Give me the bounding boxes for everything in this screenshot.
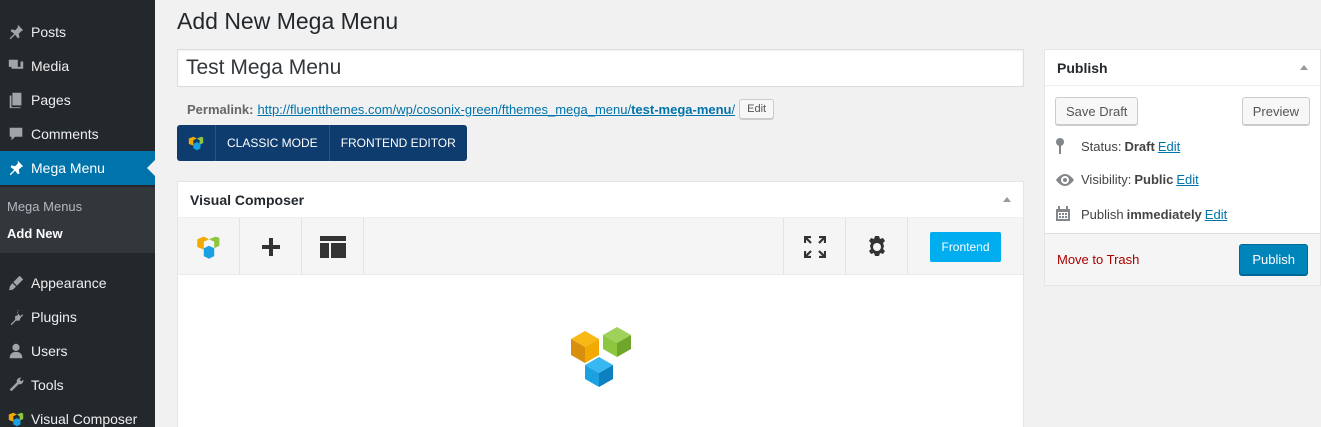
permalink-trail: /	[731, 101, 736, 117]
eye-icon	[1055, 173, 1081, 187]
mega-menu-submenu: Mega Menus Add New	[0, 187, 155, 253]
frontend-editor-button[interactable]: FRONTEND EDITOR	[330, 125, 467, 161]
pin-icon	[0, 159, 31, 177]
expand-icon	[803, 235, 826, 258]
publish-actions: Move to Trash Publish	[1045, 233, 1320, 285]
sidebar-item-plugins[interactable]: Plugins	[0, 300, 155, 334]
publish-date-row: Publish immediately Edit	[1055, 206, 1227, 222]
sidebar-item-media[interactable]: Media	[0, 49, 155, 83]
collapse-icon[interactable]	[1300, 65, 1308, 70]
visibility-edit-link[interactable]: Edit	[1176, 172, 1198, 187]
permalink-row: Permalink: http://fluentthemes.com/wp/co…	[187, 99, 775, 119]
pages-icon	[0, 91, 31, 109]
publish-date-value: immediately	[1126, 206, 1202, 222]
fullscreen-button[interactable]	[783, 218, 845, 275]
classic-mode-button[interactable]: CLASSIC MODE	[216, 125, 330, 161]
sidebar-item-pages[interactable]: Pages	[0, 83, 155, 117]
media-icon	[0, 57, 31, 75]
vc-toolbar: Frontend	[178, 218, 1023, 275]
post-title-input[interactable]	[177, 49, 1024, 87]
publish-date-edit-link[interactable]: Edit	[1205, 207, 1227, 222]
frontend-button[interactable]: Frontend	[930, 231, 1001, 262]
permalink-link[interactable]: http://fluentthemes.com/wp/cosonix-green…	[257, 102, 735, 117]
vc-logo-icon[interactable]	[177, 125, 216, 161]
user-icon	[0, 342, 31, 360]
publish-box-title: Publish	[1057, 59, 1108, 76]
plus-icon	[261, 237, 280, 256]
submenu-item-add-new[interactable]: Add New	[7, 226, 63, 241]
status-edit-link[interactable]: Edit	[1158, 139, 1180, 154]
comment-icon	[0, 125, 31, 143]
sidebar-item-appearance[interactable]: Appearance	[0, 266, 155, 300]
save-draft-button[interactable]: Save Draft	[1055, 97, 1139, 125]
frontend-button-wrap: Frontend	[907, 218, 1023, 275]
status-row: Status: Draft Edit	[1055, 138, 1180, 154]
status-label: Status:	[1081, 138, 1122, 154]
vc-logo-icon	[0, 410, 31, 427]
permalink-label: Permalink:	[187, 101, 254, 117]
settings-button[interactable]	[845, 218, 907, 275]
sidebar-item-posts[interactable]: Posts	[0, 15, 155, 49]
page-title: Add New Mega Menu	[177, 8, 399, 34]
vc-box-title: Visual Composer	[190, 191, 305, 208]
status-value: Draft	[1124, 138, 1155, 154]
sidebar-item-comments[interactable]: Comments	[0, 117, 155, 151]
visibility-row: Visibility: Public Edit	[1055, 172, 1199, 187]
permalink-base: http://fluentthemes.com/wp/cosonix-green…	[257, 101, 632, 117]
pin-icon	[1055, 138, 1081, 154]
brush-icon	[0, 274, 31, 292]
vc-mode-toggle: CLASSIC MODE FRONTEND EDITOR	[177, 125, 467, 161]
publish-button[interactable]: Publish	[1239, 244, 1308, 275]
calendar-icon	[1055, 206, 1081, 222]
publish-box: Publish Save Draft Preview Status: Draft…	[1044, 49, 1321, 286]
permalink-edit-button[interactable]: Edit	[739, 99, 775, 119]
admin-sidebar: Posts Media Pages Comments Mega Menu Meg…	[0, 0, 155, 427]
wrench-icon	[0, 376, 31, 394]
gear-icon	[868, 235, 885, 256]
vc-logo-icon[interactable]	[178, 218, 240, 275]
sidebar-item-tools[interactable]: Tools	[0, 368, 155, 402]
sidebar-item-users[interactable]: Users	[0, 334, 155, 368]
sidebar-item-mega-menu[interactable]: Mega Menu	[0, 151, 155, 185]
publish-date-label: Publish	[1081, 206, 1124, 222]
submenu-item-mega-menus[interactable]: Mega Menus	[7, 199, 82, 214]
vc-toolbar-right: Frontend	[783, 218, 1023, 275]
add-element-button[interactable]	[240, 218, 302, 275]
templates-button[interactable]	[302, 218, 364, 275]
publish-box-header[interactable]: Publish	[1045, 50, 1320, 86]
visibility-value: Public	[1134, 172, 1174, 187]
layout-icon	[319, 235, 346, 258]
sidebar-item-visual-composer[interactable]: Visual Composer	[0, 402, 155, 427]
plug-icon	[0, 308, 31, 326]
collapse-icon[interactable]	[1003, 197, 1011, 202]
permalink-slug: test-mega-menu	[631, 101, 732, 117]
visibility-label: Visibility:	[1081, 172, 1132, 187]
vc-empty-logo-icon	[569, 327, 633, 396]
preview-button[interactable]: Preview	[1241, 97, 1310, 125]
pin-icon	[0, 23, 31, 41]
visual-composer-box: Visual Composer Frontend	[177, 181, 1024, 427]
vc-box-header[interactable]: Visual Composer	[178, 182, 1023, 218]
move-to-trash-link[interactable]: Move to Trash	[1057, 252, 1139, 267]
